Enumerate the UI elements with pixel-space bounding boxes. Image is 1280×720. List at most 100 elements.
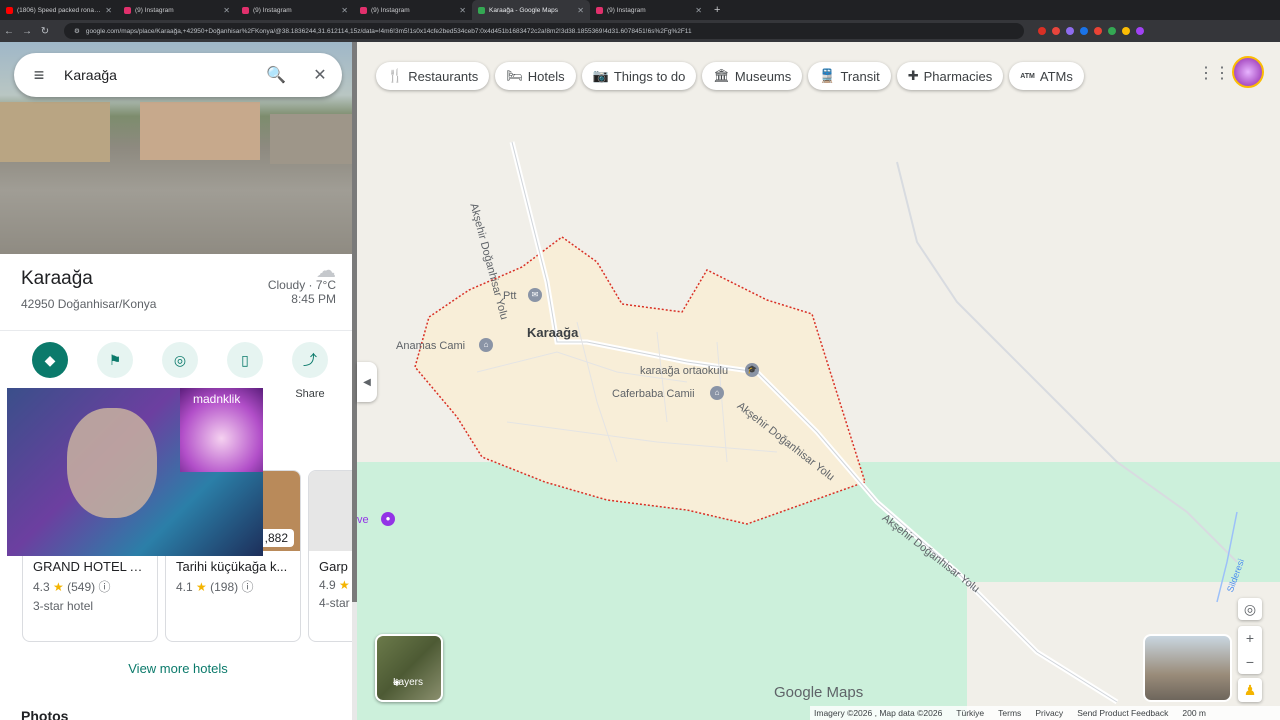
my-location-icon: ◎ [1243,601,1257,617]
webcam-tag: madnklik [193,392,241,406]
town-label[interactable]: Karaağa [527,325,578,340]
chip-atms[interactable]: ATM ATMs [1009,62,1084,90]
pegman-icon: ♟ [1243,682,1257,698]
post-office-icon[interactable]: ✉ [528,288,542,302]
close-icon[interactable]: ✕ [298,65,342,85]
phone-icon: ▯ [227,342,263,378]
map-canvas[interactable]: Karaağa ✉ Ptt ⌂ Anamas Cami karaağa orta… [357,42,1280,720]
chip-hotels[interactable]: 🛏 Hotels [495,62,576,90]
url-field[interactable]: ⚙ google.com/maps/place/Karaağa,+42950+Do… [64,23,1024,39]
browser-tab[interactable]: (9) Instagram ✕ [118,0,236,20]
hotel-card[interactable]: Garp 4.9 ★ 4-star [308,470,352,642]
chip-things-to-do[interactable]: 📷 Things to do [581,62,697,90]
close-tab-icon[interactable]: ✕ [105,6,112,15]
instagram-icon [596,6,603,14]
close-tab-icon[interactable]: ✕ [223,6,230,15]
street-view-thumbnail[interactable] [1143,634,1232,702]
extension-icon[interactable] [1038,27,1046,35]
mosque-label[interactable]: Caferbaba Camii [612,388,695,400]
browser-tab[interactable]: (9) Instagram ✕ [236,0,354,20]
weather-info: ☁ Cloudy · 7°C 8:45 PM [267,261,336,306]
google-maps-logo: Google Maps [774,684,864,701]
hotel-price: ,882 [258,529,294,547]
layers-button[interactable]: ◈ Layers [375,634,443,702]
extension-icon[interactable] [1052,27,1060,35]
chip-museums[interactable]: 🏛 Museums [702,62,803,90]
place-address: 42950 Doğanhisar/Konya [21,297,157,311]
school-label[interactable]: karaağa ortaokulu [640,365,728,377]
atm-icon: ATM [1020,72,1035,80]
new-tab-button[interactable]: + [708,4,726,16]
close-tab-icon[interactable]: ✕ [341,6,348,15]
collapse-panel-button[interactable]: ◀ [357,362,377,402]
info-icon[interactable]: ⓘ [242,580,254,594]
webcam-overlay: madnklik [7,388,263,556]
feedback-link[interactable]: Send Product Feedback [1077,708,1168,718]
browser-tab[interactable]: (9) Instagram ✕ [354,0,472,20]
zoom-controls: + − [1238,626,1262,674]
extension-icon[interactable] [1108,27,1116,35]
site-info-icon[interactable]: ⚙ [74,27,80,35]
back-icon[interactable]: ← [0,26,18,37]
reload-icon[interactable]: ↻ [36,26,54,37]
share-button[interactable]: ⤴ Share [280,342,340,400]
hotel-rating: 4.9 ★ [319,578,350,592]
hotel-name: Garp [319,559,348,574]
menu-icon[interactable]: ≡ [14,65,64,86]
view-more-hotels-link[interactable]: View more hotels [0,661,352,676]
share-icon: ⤴ [292,342,328,378]
close-tab-icon[interactable]: ✕ [459,6,466,15]
terms-link[interactable]: Terms [998,708,1021,718]
mosque-icon[interactable]: ⌂ [710,386,724,400]
hotel-photo [309,471,352,551]
browser-tab[interactable]: (1806) Speed packed ronaldo o ✕ [0,0,118,20]
privacy-link[interactable]: Privacy [1035,708,1063,718]
info-icon[interactable]: ⓘ [99,580,111,594]
close-tab-icon[interactable]: ✕ [577,6,584,15]
search-input[interactable]: Karaağa [64,67,254,83]
zoom-in-button[interactable]: + [1238,626,1262,650]
instagram-icon [360,6,367,14]
streamer-video [67,408,157,518]
close-tab-icon[interactable]: ✕ [695,6,702,15]
my-location-button[interactable]: ◎ [1238,598,1262,620]
country-link[interactable]: Türkiye [956,708,984,718]
profile-icon[interactable] [1136,27,1144,35]
land-area [967,582,1280,720]
browser-tab[interactable]: (9) Instagram ✕ [590,0,708,20]
hotel-icon: 🛏 [506,68,523,83]
anamas-label[interactable]: Anamas Cami [396,340,465,352]
pegman-button[interactable]: ♟ [1238,678,1262,702]
venue-icon[interactable]: ● [381,512,395,526]
zoom-out-button[interactable]: − [1238,650,1262,674]
star-icon: ★ [339,578,350,592]
photos-heading: Photos [21,708,69,720]
partial-poi-label[interactable]: ve [357,514,369,526]
browser-tab-bar: (1806) Speed packed ronaldo o ✕ (9) Insta… [0,0,1280,20]
train-icon: 🚆 [819,68,836,83]
chip-pharmacies[interactable]: ✚ Pharmacies [896,62,1004,90]
hotel-rating: 4.1 ★ (198) ⓘ [176,580,254,594]
chip-restaurants[interactable]: 🍴 Restaurants [376,62,490,90]
weather-text: Cloudy · 7°C [267,278,336,292]
scale-bar[interactable]: 200 m [1182,708,1206,718]
school-icon[interactable]: 🎓 [745,363,759,377]
forward-icon[interactable]: → [18,26,36,37]
avatar[interactable] [1232,56,1264,88]
extension-icon[interactable] [1066,27,1074,35]
local-time: 8:45 PM [291,292,336,306]
place-title: Karaağa [21,268,93,289]
museum-icon: 🏛 [713,68,730,83]
browser-tab-active[interactable]: Karaağa - Google Maps ✕ [472,0,590,20]
search-box[interactable]: ≡ Karaağa 🔍 ✕ [14,53,342,97]
pharmacy-icon: ✚ [907,68,919,83]
mosque-icon[interactable]: ⌂ [479,338,493,352]
search-icon[interactable]: 🔍 [254,65,298,85]
extension-icon[interactable] [1080,27,1088,35]
map-graphics [357,141,1280,720]
chip-transit[interactable]: 🚆 Transit [808,62,891,90]
extension-icon[interactable] [1094,27,1102,35]
extension-icon[interactable] [1122,27,1130,35]
camera-icon: 📷 [592,68,609,83]
maps-pin-icon [478,6,485,14]
